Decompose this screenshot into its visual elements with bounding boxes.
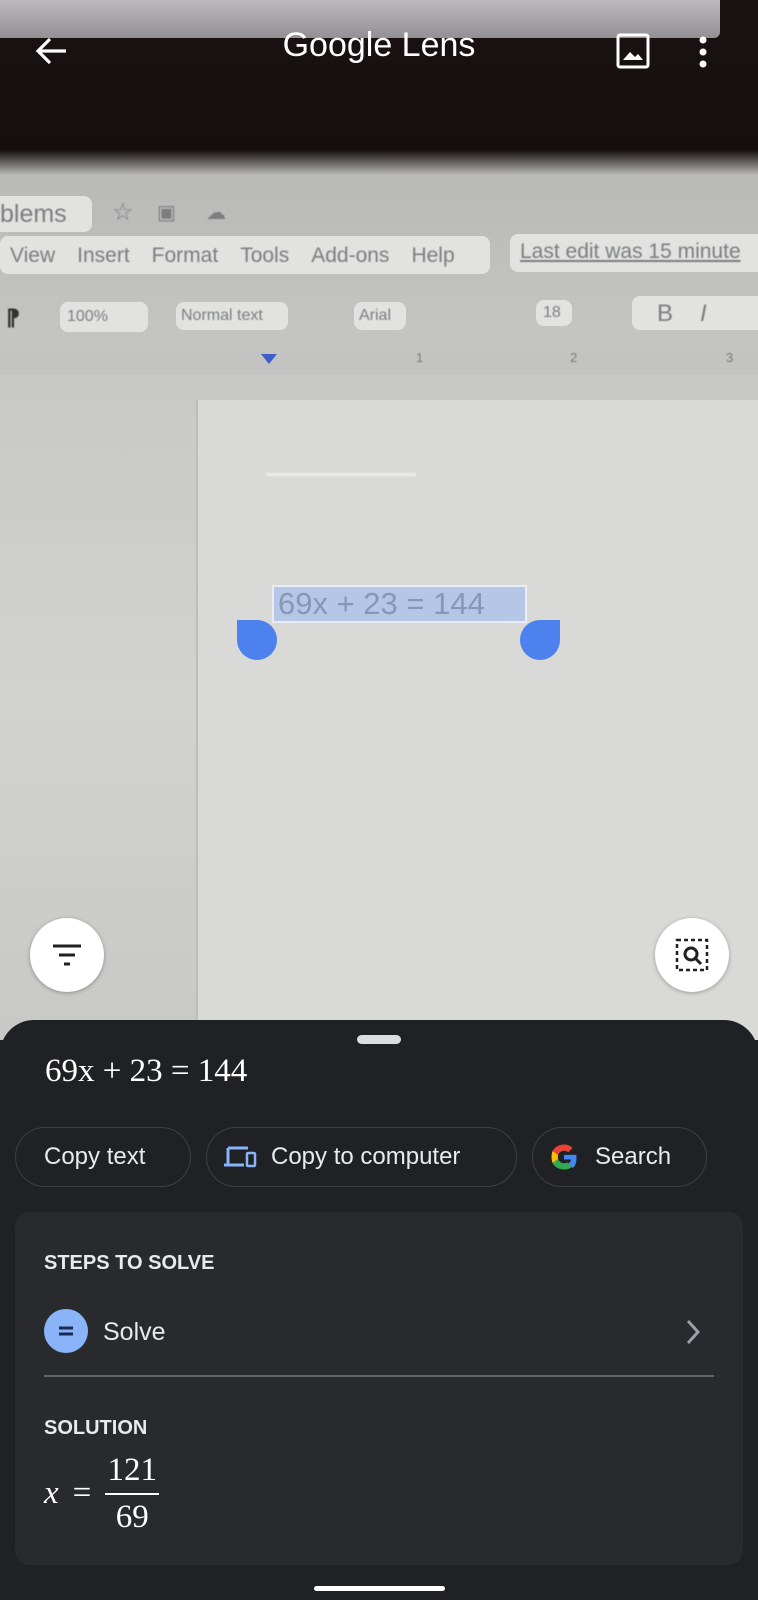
copy-text-label: Copy text: [44, 1143, 146, 1170]
drag-handle[interactable]: [357, 1035, 401, 1044]
equals-icon: [44, 1309, 88, 1353]
filter-icon: [53, 944, 81, 966]
solver-card: STEPS TO SOLVE Solve SOLUTION x = 121 69: [15, 1212, 743, 1565]
text-line-blur: [266, 473, 416, 476]
menu-addons: Add-ons: [311, 244, 390, 267]
font-value: Arial: [359, 307, 392, 324]
menu-format: Format: [151, 244, 219, 267]
solve-row[interactable]: Solve: [15, 1302, 743, 1360]
more-vert-icon[interactable]: [698, 36, 708, 68]
copy-to-computer-button[interactable]: Copy to computer: [206, 1127, 517, 1187]
folder-icon: ▣: [157, 202, 176, 224]
camera-view[interactable]: blems ☆ ▣ ☁ View Insert Format Tools Add…: [0, 0, 758, 1040]
size-value: 18: [543, 304, 561, 321]
search-label: Search: [595, 1143, 672, 1170]
italic-button: I: [700, 300, 707, 327]
last-edit: Last edit was 15 minute: [520, 240, 741, 263]
divider: [44, 1375, 714, 1377]
doc-title: blems: [0, 200, 67, 228]
ruler-mark: 2: [570, 350, 578, 365]
image-icon[interactable]: [616, 33, 650, 69]
copy-text-button[interactable]: Copy text: [15, 1127, 191, 1187]
header: Google Lens: [0, 0, 758, 100]
solution-variable: x: [44, 1475, 59, 1512]
search-region-icon: [675, 938, 709, 972]
google-g-icon: [551, 1144, 577, 1170]
solve-label: Solve: [103, 1318, 166, 1346]
paint-format-icon: ⁋: [6, 305, 20, 330]
cloud-icon: ☁: [206, 202, 226, 224]
solution-title: SOLUTION: [44, 1417, 148, 1439]
steps-title: STEPS TO SOLVE: [44, 1252, 215, 1274]
search-region-button[interactable]: [655, 918, 729, 992]
copy-to-computer-label: Copy to computer: [271, 1143, 461, 1170]
devices-icon: [224, 1146, 257, 1168]
zoom-value: 100%: [67, 308, 108, 325]
ruler: [0, 345, 758, 375]
menu-view: View: [10, 244, 56, 267]
filter-button[interactable]: [30, 918, 104, 992]
results-sheet: 69x + 23 = 144 Copy text Copy to compute…: [0, 1020, 758, 1600]
home-indicator[interactable]: [314, 1586, 445, 1591]
bold-button: B: [657, 300, 674, 327]
chevron-right-icon: [686, 1319, 701, 1345]
format-pill: [632, 296, 758, 330]
ruler-mark: 3: [726, 350, 734, 365]
selected-text[interactable]: 69x + 23 = 144: [272, 585, 527, 623]
ruler-mark: 1: [416, 350, 424, 365]
menu-help: Help: [411, 244, 455, 267]
menu-insert: Insert: [77, 244, 130, 267]
search-button[interactable]: Search: [532, 1127, 707, 1187]
numerator: 121: [107, 1452, 158, 1488]
selection-handle-left[interactable]: [237, 620, 277, 660]
selection-handle-right[interactable]: [520, 620, 560, 660]
solution-equals: =: [72, 1475, 92, 1512]
style-value: Normal text: [181, 307, 263, 324]
star-icon: ☆: [112, 199, 134, 226]
detected-equation: 69x + 23 = 144: [45, 1053, 248, 1089]
menu-tools: Tools: [240, 244, 290, 267]
solution-expression: x = 121 69: [44, 1452, 160, 1536]
doc-menu: View Insert Format Tools Add-ons Help: [10, 244, 455, 268]
denominator: 69: [115, 1498, 149, 1535]
solution-fraction: 121 69: [105, 1452, 160, 1536]
